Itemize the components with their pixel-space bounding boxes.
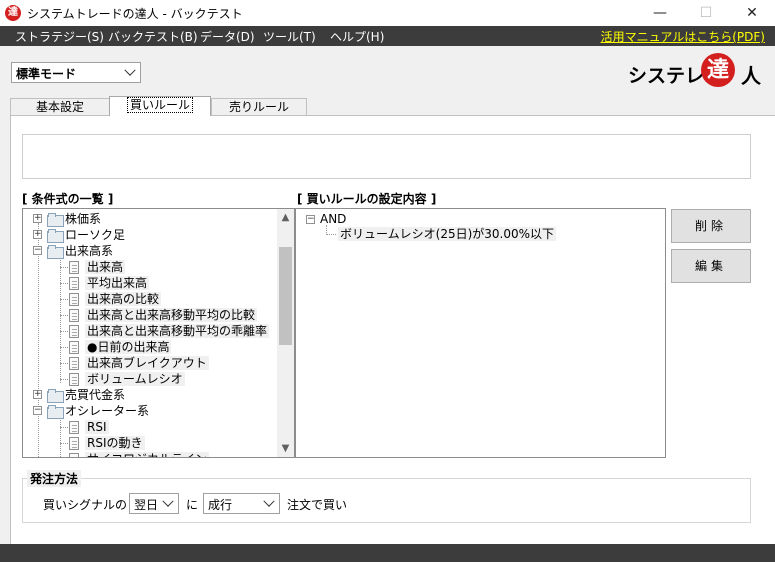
buy-rules-tree[interactable]: − AND ボリュームレシオ(25日)が30.00%以下 [295,208,666,458]
tree-item[interactable]: 出来高と出来高移動平均の乖離率 [85,323,270,339]
status-bar [0,544,775,562]
maximize-button[interactable]: ☐ [683,0,729,26]
document-icon [69,373,79,386]
menu-help[interactable]: ヘルプ(H) [330,28,384,45]
close-button[interactable]: ✕ [729,0,775,26]
tree-item[interactable]: 出来高ブレイクアウト [85,355,209,371]
document-icon [69,309,79,322]
rules-header: [ 買いルールの設定内容 ] [297,192,437,206]
scroll-down-icon[interactable]: ▼ [277,440,294,457]
document-icon [69,437,79,450]
tab-label: 売りルール [228,100,289,114]
order-suffix: 注文で買い [287,498,348,512]
timing-select-value: 翌日 [134,498,159,512]
timing-select[interactable]: 翌日 [129,493,179,514]
tree-folder[interactable]: オシレーター系 [65,403,149,419]
tab-sell-rules[interactable]: 売りルール [211,98,307,116]
collapse-icon[interactable]: − [306,215,315,224]
expand-icon[interactable]: + [33,214,42,223]
logo-seal: 達 [701,53,735,87]
folder-icon [47,245,64,259]
tree-item[interactable]: 出来高と出来高移動平均の比較 [85,307,258,323]
title-bar: 達 システムトレードの達人 - バックテスト — ☐ ✕ [0,0,775,26]
folder-icon [47,389,64,403]
tree-item[interactable]: RSIの動き [85,435,145,451]
logo-last-char: 人 [741,64,761,88]
document-icon [69,325,79,338]
scroll-up-icon[interactable]: ▲ [277,209,294,226]
rule-description-box [22,134,751,179]
tab-label: 買いルール [126,97,194,113]
expand-icon[interactable]: + [33,230,42,239]
edit-button[interactable]: 編集 [671,249,751,283]
tree-folder[interactable]: 売買代金系 [65,387,125,403]
tree-scrollbar[interactable]: ▲ ▼ [277,209,294,457]
document-icon [69,277,79,290]
tree-item[interactable]: ボリュームレシオ [85,371,185,387]
scroll-thumb[interactable] [279,247,292,345]
conditions-tree[interactable]: + 株価系 + ローソク足 − 出来高系 出来高 平均出来高 出来高の比較 出来高と出来高移動平均… [22,208,295,458]
conditions-header: [ 条件式の一覧 ] [22,192,114,206]
collapse-icon[interactable]: − [33,406,42,415]
menu-backtest[interactable]: バックテスト(B) [108,28,198,45]
collapse-icon[interactable]: − [33,246,42,255]
document-icon [69,261,79,274]
folder-icon [47,213,64,227]
order-ni: に [186,498,199,512]
document-icon [69,341,79,354]
tree-folder[interactable]: 株価系 [65,211,101,227]
document-icon [69,421,79,434]
manual-pdf-link[interactable]: 活用マニュアルはこちら(PDF) [601,28,765,45]
folder-icon [47,229,64,243]
tab-basic-settings[interactable]: 基本設定 [10,98,110,116]
app-icon: 達 [5,5,21,21]
tree-item[interactable]: 平均出来高 [85,275,150,291]
document-icon [69,293,79,306]
expand-icon[interactable]: + [33,390,42,399]
menu-tools[interactable]: ツール(T) [263,28,316,45]
mode-select[interactable]: 標準モード [11,62,141,83]
window-title: システムトレードの達人 - バックテスト [27,7,243,21]
tree-item[interactable]: 出来高 [85,259,126,275]
tree-item[interactable]: サイコロジカルライン [85,451,210,457]
menu-data[interactable]: データ(D) [200,28,255,45]
delete-button[interactable]: 削除 [671,209,751,243]
folder-icon [47,405,64,419]
document-icon [69,453,79,457]
tab-label: 基本設定 [35,100,84,114]
tree-item[interactable]: RSI [85,419,109,435]
minimize-button[interactable]: — [637,0,683,26]
tree-folder[interactable]: 出来高系 [65,243,113,259]
order-method-title: 発注方法 [27,470,82,487]
tree-folder[interactable]: ローソク足 [65,227,125,243]
menu-bar: ストラテジー(S) バックテスト(B) データ(D) ツール(T) ヘルプ(H)… [0,26,775,46]
menu-strategy[interactable]: ストラテジー(S) [15,28,104,45]
order-type-select[interactable]: 成行 [203,493,280,514]
order-prefix: 買いシグナルの [43,498,128,512]
order-type-select-value: 成行 [208,498,233,512]
mode-select-value: 標準モード [16,67,77,81]
tab-buy-rules[interactable]: 買いルール [109,96,211,116]
tree-item[interactable]: ●日前の出来高 [85,339,172,355]
chevron-down-icon [162,495,174,507]
rule-root-and[interactable]: AND [320,211,346,227]
chevron-down-icon [124,64,136,76]
rule-item[interactable]: ボリュームレシオ(25日)が30.00%以下 [338,226,557,242]
tree-item[interactable]: 出来高の比較 [85,291,162,307]
document-icon [69,357,79,370]
chevron-down-icon [263,495,275,507]
